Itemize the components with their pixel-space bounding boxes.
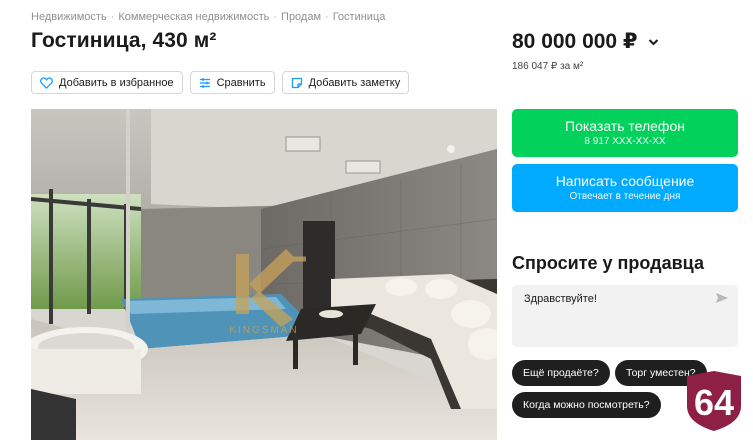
compare-button[interactable]: Сравнить [189, 71, 275, 94]
listing-actions: Добавить в избранное Сравнить Добавить з… [31, 71, 410, 94]
price-block[interactable]: 80 000 000 ₽ [512, 29, 659, 54]
note-icon [291, 77, 302, 88]
add-to-favorites-label: Добавить в избранное [59, 76, 174, 89]
send-icon[interactable] [715, 292, 729, 304]
add-to-favorites-button[interactable]: Добавить в избранное [31, 71, 183, 94]
quick-question-viewing[interactable]: Когда можно посмотреть? [512, 392, 661, 418]
price-per-meter: 186 047 ₽ за м² [512, 61, 584, 72]
breadcrumb-item-commercial[interactable]: Коммерческая недвижимость [118, 11, 269, 23]
add-note-label: Добавить заметку [308, 76, 401, 89]
breadcrumb-separator: · [110, 11, 115, 23]
breadcrumb-item-realty[interactable]: Недвижимость [31, 11, 107, 23]
write-message-label: Написать сообщение [555, 173, 695, 189]
listing-photo[interactable]: KINGSMAN [31, 109, 497, 440]
chevron-down-icon[interactable] [648, 38, 659, 46]
breadcrumb-item-hotel[interactable]: Гостиница [333, 11, 386, 23]
write-message-button[interactable]: Написать сообщение Отвечает в течение дн… [512, 164, 738, 212]
ask-seller-title: Спросите у продавца [512, 253, 704, 273]
hotel-pool-image: KINGSMAN [31, 109, 497, 440]
photo-watermark-text: KINGSMAN [229, 325, 298, 336]
quick-question-still-selling[interactable]: Ещё продаёте? [512, 360, 610, 386]
response-time-label: Отвечает в течение дня [569, 191, 681, 202]
breadcrumb-separator: · [273, 11, 278, 23]
compare-icon [199, 77, 210, 88]
phone-number-masked: 8 917 XXX-XX-XX [584, 136, 666, 147]
show-phone-label: Показать телефон [565, 118, 685, 134]
page-title: Гостиница, 430 м² [31, 29, 217, 52]
price-value: 80 000 000 ₽ [512, 30, 638, 53]
heart-icon [40, 76, 53, 89]
show-phone-button[interactable]: Показать телефон 8 917 XXX-XX-XX [512, 109, 738, 157]
breadcrumb: Недвижимость · Коммерческая недвижимость · П… [31, 11, 385, 23]
region-badge: 64 [687, 371, 741, 431]
ask-seller-text: Здравствуйте! [524, 293, 597, 305]
compare-label: Сравнить [216, 76, 266, 89]
ask-seller-input[interactable]: Здравствуйте! [512, 285, 738, 347]
add-note-button[interactable]: Добавить заметку [281, 71, 410, 94]
region-badge-number: 64 [694, 382, 734, 423]
breadcrumb-item-sell[interactable]: Продам [281, 11, 321, 23]
breadcrumb-separator: · [325, 11, 329, 23]
